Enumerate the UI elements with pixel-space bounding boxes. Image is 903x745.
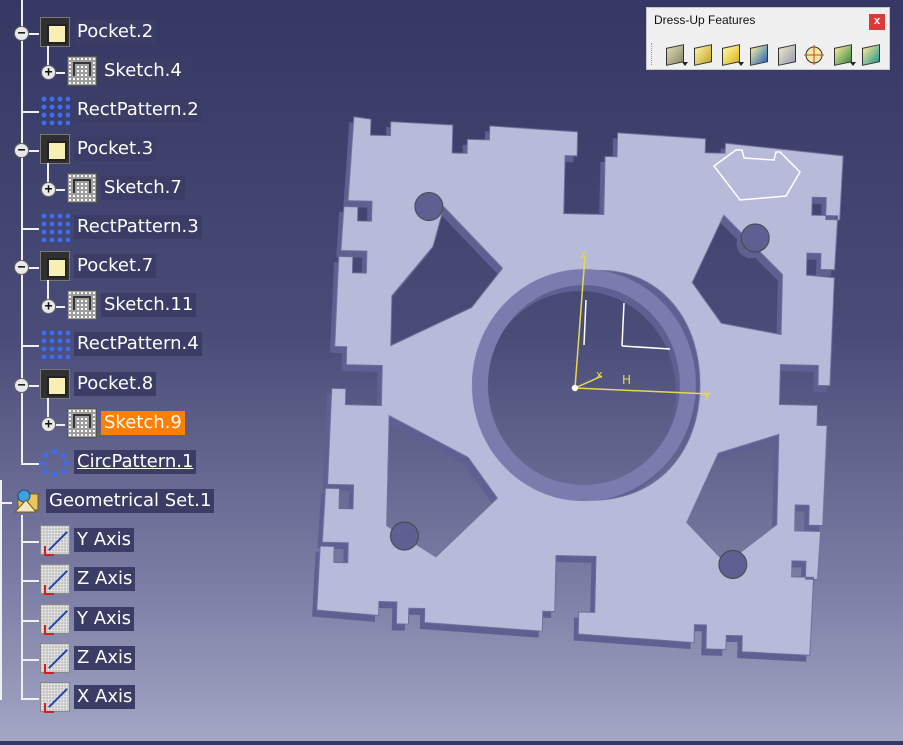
thickness-icon[interactable] bbox=[773, 43, 801, 67]
tree-item-label: Pocket.8 bbox=[74, 372, 157, 396]
tree-item-label: Pocket.3 bbox=[74, 137, 157, 161]
tree-item-rectpattern-2[interactable]: RectPattern.2 bbox=[40, 95, 202, 125]
tree-item-label: Sketch.9 bbox=[101, 411, 185, 435]
expand-toggle[interactable]: + bbox=[41, 182, 56, 197]
tree-item-sketch-11[interactable]: Sketch.11 bbox=[67, 290, 197, 320]
tree-item-pocket-8[interactable]: Pocket.8 bbox=[40, 369, 157, 399]
tree-item-y-axis[interactable]: Y Axis bbox=[40, 604, 135, 635]
edge-fillet-icon[interactable] bbox=[661, 43, 689, 67]
tree-item-rectpattern-3[interactable]: RectPattern.3 bbox=[40, 212, 202, 242]
collapse-toggle[interactable]: − bbox=[14, 143, 29, 158]
dress-up-features-toolbar[interactable]: Dress-Up Features x bbox=[646, 7, 890, 70]
rect-pattern-icon bbox=[40, 329, 70, 359]
tree-item-label: X Axis bbox=[74, 685, 136, 709]
h-direction-label: H bbox=[622, 373, 631, 387]
pocket-icon bbox=[40, 17, 70, 47]
tree-item-sketch-9[interactable]: Sketch.9 bbox=[67, 408, 185, 438]
tree-item-label: RectPattern.3 bbox=[74, 215, 202, 239]
circ-pattern-icon bbox=[40, 447, 70, 477]
tree-item-label: Y Axis bbox=[74, 528, 135, 552]
sketch-icon bbox=[67, 173, 97, 203]
draft-angle-icon[interactable] bbox=[717, 43, 745, 67]
sketch-icon bbox=[67, 408, 97, 438]
sketch-icon bbox=[67, 290, 97, 320]
tree-item-label: RectPattern.2 bbox=[74, 98, 202, 122]
pocket-icon bbox=[40, 251, 70, 281]
collapse-toggle[interactable]: − bbox=[14, 378, 29, 393]
specification-tree: − Pocket.2 + Sketch.4 RectPattern.2 − Po… bbox=[0, 0, 300, 741]
3d-viewport[interactable]: z x y H bbox=[300, 70, 903, 741]
axis-icon bbox=[40, 564, 70, 595]
tree-item-sketch-4[interactable]: Sketch.4 bbox=[67, 56, 185, 86]
shell-icon[interactable] bbox=[745, 43, 773, 67]
rect-pattern-icon bbox=[40, 212, 70, 242]
tree-item-label: CircPattern.1 bbox=[74, 450, 197, 474]
tree-item-rectpattern-4[interactable]: RectPattern.4 bbox=[40, 329, 202, 359]
tree-item-label: Sketch.11 bbox=[101, 293, 197, 317]
axis-icon bbox=[40, 604, 70, 635]
tree-item-label: Geometrical Set.1 bbox=[46, 489, 215, 513]
toolbar-grip[interactable] bbox=[651, 43, 655, 65]
tree-item-pocket-7[interactable]: Pocket.7 bbox=[40, 251, 157, 281]
y-axis-label: y bbox=[704, 388, 711, 401]
tree-item-pocket-3[interactable]: Pocket.3 bbox=[40, 134, 157, 164]
tree-item-label: Sketch.7 bbox=[101, 176, 185, 200]
replace-face-icon[interactable] bbox=[857, 43, 885, 67]
x-axis-label: x bbox=[596, 368, 603, 381]
tree-branch-line bbox=[21, 0, 23, 463]
chamfer-icon[interactable] bbox=[689, 43, 717, 67]
tree-item-label: Pocket.2 bbox=[74, 20, 157, 44]
tree-item-label: Pocket.7 bbox=[74, 254, 157, 278]
tree-item-y-axis[interactable]: Y Axis bbox=[40, 525, 135, 556]
expand-toggle[interactable]: + bbox=[41, 299, 56, 314]
expand-toggle[interactable]: + bbox=[41, 417, 56, 432]
z-axis-label: z bbox=[580, 248, 586, 261]
geometrical-set-icon bbox=[12, 486, 42, 516]
collapse-toggle[interactable]: − bbox=[14, 260, 29, 275]
tree-item-pocket-2[interactable]: Pocket.2 bbox=[40, 17, 157, 47]
tree-item-geometrical-set-1[interactable]: Geometrical Set.1 bbox=[12, 486, 215, 516]
axis-icon bbox=[40, 525, 70, 556]
tree-item-sketch-7[interactable]: Sketch.7 bbox=[67, 173, 185, 203]
tree-item-z-axis[interactable]: Z Axis bbox=[40, 643, 136, 674]
aluminum-profile-part[interactable]: z x y H bbox=[300, 70, 903, 741]
remove-face-icon[interactable] bbox=[829, 43, 857, 67]
pocket-icon bbox=[40, 134, 70, 164]
pocket-icon bbox=[40, 369, 70, 399]
tree-item-label: RectPattern.4 bbox=[74, 332, 202, 356]
tree-item-label: Z Axis bbox=[74, 646, 136, 670]
tree-item-z-axis[interactable]: Z Axis bbox=[40, 564, 136, 595]
axis-icon bbox=[40, 643, 70, 674]
tree-item-x-axis[interactable]: X Axis bbox=[40, 682, 136, 713]
rect-pattern-icon bbox=[40, 95, 70, 125]
sketch-icon bbox=[67, 56, 97, 86]
tree-branch-line bbox=[0, 480, 2, 700]
axis-icon bbox=[40, 682, 70, 713]
expand-toggle[interactable]: + bbox=[41, 65, 56, 80]
tree-item-label: Y Axis bbox=[74, 607, 135, 631]
toolbar-title: Dress-Up Features bbox=[654, 13, 756, 27]
thread-tap-icon[interactable] bbox=[801, 43, 829, 67]
tree-item-label: Z Axis bbox=[74, 567, 136, 591]
tree-item-circpattern-1[interactable]: CircPattern.1 bbox=[40, 447, 197, 477]
close-button[interactable]: x bbox=[869, 14, 885, 30]
tree-item-label: Sketch.4 bbox=[101, 59, 185, 83]
collapse-toggle[interactable]: − bbox=[14, 26, 29, 41]
